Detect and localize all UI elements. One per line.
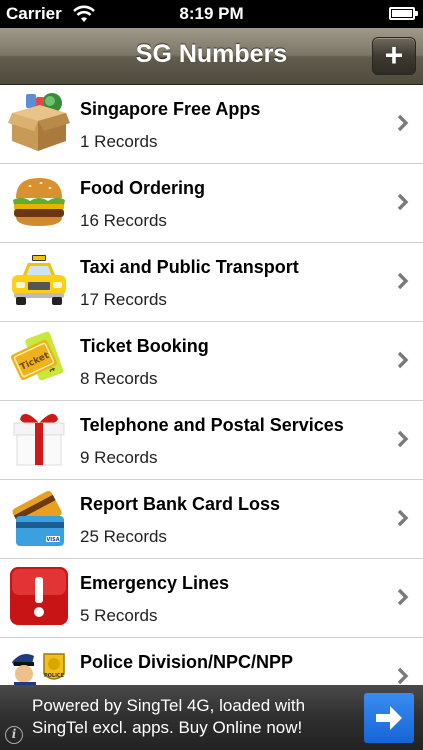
category-list: Singapore Free Apps 1 Records Food Order… [0, 85, 423, 685]
list-item[interactable]: VISA Report Bank Card Loss 25 Records [0, 480, 423, 559]
list-item-title: Telephone and Postal Services [80, 415, 344, 435]
chevron-right-icon [397, 430, 409, 448]
police-badge-text: POLICE [44, 673, 65, 679]
status-bar: Carrier 8:19 PM [0, 0, 423, 28]
list-item[interactable]: Singapore Free Apps 1 Records [0, 85, 423, 164]
battery-icon [389, 7, 418, 20]
list-item-title: Emergency Lines [80, 573, 230, 593]
chevron-right-icon [397, 272, 409, 290]
bank-card-icon: VISA [12, 490, 64, 546]
chevron-right-icon [397, 667, 409, 685]
list-item[interactable]: Ticket Ticket Ticket Booking 8 Records [0, 322, 423, 401]
list-item[interactable]: Emergency Lines 5 Records [0, 559, 423, 638]
list-item[interactable]: Taxi and Public Transport 17 Records [0, 243, 423, 322]
list-item-count: 9 Records [80, 448, 158, 467]
list-item[interactable]: Food Ordering 16 Records [0, 164, 423, 243]
list-item-title: Singapore Free Apps [80, 99, 261, 119]
list-item-title: Food Ordering [80, 178, 205, 198]
list-item-count: 25 Records [80, 527, 167, 546]
list-item-title: Police Division/NPC/NPP [80, 652, 294, 672]
emergency-icon [10, 567, 68, 625]
gift-icon [13, 413, 65, 466]
chevron-right-icon [397, 588, 409, 606]
add-button[interactable]: + [372, 37, 416, 75]
list-item-title: Report Bank Card Loss [80, 494, 281, 514]
chevron-right-icon [397, 509, 409, 527]
ad-go-button[interactable] [364, 693, 414, 743]
list-item-title: Taxi and Public Transport [80, 257, 299, 277]
list-item-count: 17 Records [80, 290, 167, 309]
ad-text: Powered by SingTel 4G, loaded with SingT… [32, 695, 352, 739]
visa-text: VISA [46, 537, 59, 543]
list-item-count: 1 Records [80, 132, 158, 151]
chevron-right-icon [397, 351, 409, 369]
police-icon: POLICE [12, 653, 65, 685]
status-time: 8:19 PM [179, 4, 244, 23]
list-item-title: Ticket Booking [80, 336, 209, 356]
app-box-icon [8, 93, 70, 151]
info-icon[interactable]: i [5, 726, 23, 744]
chevron-right-icon [397, 193, 409, 211]
taxi-icon [12, 255, 66, 305]
ad-line-2: SingTel excl. apps. Buy Online now! [32, 718, 303, 737]
ad-banner[interactable]: Powered by SingTel 4G, loaded with SingT… [0, 685, 423, 750]
list-item-count: 5 Records [80, 606, 158, 625]
ad-line-1: Powered by SingTel 4G, loaded with [32, 696, 306, 715]
burger-icon [13, 178, 65, 226]
page-title: SG Numbers [135, 40, 288, 68]
arrow-right-icon [376, 706, 402, 730]
chevron-right-icon [397, 114, 409, 132]
list-item[interactable]: Telephone and Postal Services 9 Records [0, 401, 423, 480]
ticket-icon: Ticket Ticket [10, 331, 64, 381]
list-item[interactable]: POLICE Police Division/NPC/NPP [0, 638, 423, 685]
navigation-bar: SG Numbers + [0, 28, 423, 85]
list-item-count: 16 Records [80, 211, 167, 230]
list-item-count: 8 Records [80, 369, 158, 388]
